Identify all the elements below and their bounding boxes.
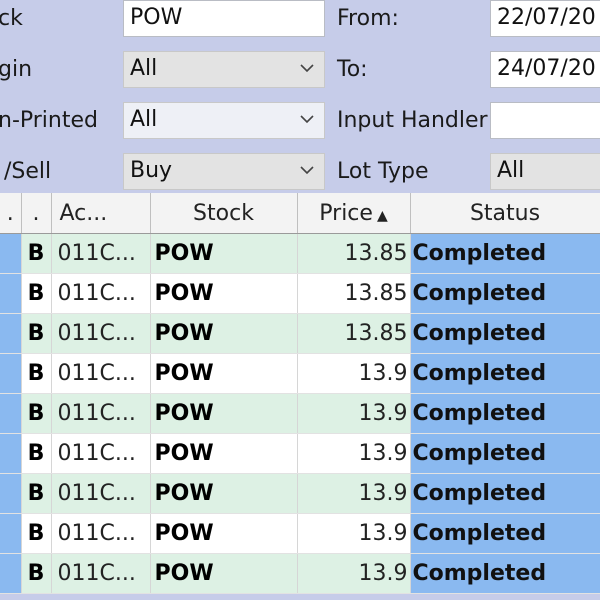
orders-table: . . Ac... Stock Price ▲ Status B 011C... PO… [0, 193, 600, 594]
account-cell[interactable]: 011C... [51, 273, 151, 314]
buysell-label: /Sell [4, 159, 52, 184]
price-cell[interactable]: 13.9 [297, 353, 411, 394]
row-selector-cell[interactable] [0, 433, 22, 474]
row-selector-cell[interactable] [0, 353, 22, 394]
lot-type-label: Lot Type [337, 159, 429, 184]
stock-cell[interactable]: POW [150, 313, 298, 354]
from-label: From: [337, 6, 399, 31]
status-cell[interactable]: Completed [410, 473, 600, 514]
table-row[interactable]: B 011C... POW 13.85 Completed [0, 313, 600, 354]
table-row[interactable]: B 011C... POW 13.9 Completed [0, 433, 600, 474]
status-cell[interactable]: Completed [410, 233, 600, 274]
chevron-down-icon [300, 115, 314, 124]
to-date-input[interactable]: 24/07/20 [490, 51, 600, 88]
side-cell[interactable]: B [21, 473, 52, 514]
row-selector-cell[interactable] [0, 513, 22, 554]
price-cell[interactable]: 13.9 [297, 473, 411, 514]
stock-cell[interactable]: POW [150, 353, 298, 394]
column-header[interactable]: . [0, 193, 22, 234]
table-header-row: . . Ac... Stock Price ▲ Status [0, 193, 600, 234]
printed-label: n-Printed [0, 108, 98, 133]
stock-cell[interactable]: POW [150, 433, 298, 474]
price-cell[interactable]: 13.85 [297, 233, 411, 274]
row-selector-cell[interactable] [0, 313, 22, 354]
row-selector-cell[interactable] [0, 233, 22, 274]
printed-dropdown[interactable]: All [123, 102, 325, 139]
account-cell[interactable]: 011C... [51, 473, 151, 514]
stock-cell[interactable]: POW [150, 233, 298, 274]
price-cell[interactable]: 13.9 [297, 433, 411, 474]
row-selector-cell[interactable] [0, 553, 22, 594]
stock-cell[interactable]: POW [150, 513, 298, 554]
buysell-dropdown[interactable]: Buy [123, 153, 325, 190]
chevron-down-icon [300, 64, 314, 73]
status-cell[interactable]: Completed [410, 553, 600, 594]
status-cell[interactable]: Completed [410, 313, 600, 354]
status-cell[interactable]: Completed [410, 433, 600, 474]
status-cell[interactable]: Completed [410, 273, 600, 314]
sort-ascending-icon: ▲ [376, 207, 388, 224]
column-header-price-label: Price [319, 200, 373, 226]
column-header[interactable]: . [21, 193, 52, 234]
account-cell[interactable]: 011C... [51, 553, 151, 594]
account-cell[interactable]: 011C... [51, 313, 151, 354]
input-handler-input[interactable] [490, 102, 600, 139]
table-row[interactable]: B 011C... POW 13.9 Completed [0, 513, 600, 554]
to-label: To: [337, 57, 368, 82]
account-cell[interactable]: 011C... [51, 233, 151, 274]
table-row[interactable]: B 011C... POW 13.9 Completed [0, 553, 600, 594]
orders-grid: . . Ac... Stock Price ▲ Status B 011C... PO… [0, 193, 600, 600]
account-cell[interactable]: 011C... [51, 353, 151, 394]
stock-cell[interactable]: POW [150, 273, 298, 314]
stock-cell[interactable]: POW [150, 393, 298, 434]
column-header-price[interactable]: Price ▲ [297, 193, 411, 234]
table-row[interactable]: B 011C... POW 13.85 Completed [0, 233, 600, 274]
origin-label: gin [0, 57, 33, 82]
side-cell[interactable]: B [21, 553, 52, 594]
row-selector-cell[interactable] [0, 393, 22, 434]
row-selector-cell[interactable] [0, 273, 22, 314]
price-cell[interactable]: 13.9 [297, 513, 411, 554]
side-cell[interactable]: B [21, 273, 52, 314]
table-row[interactable]: B 011C... POW 13.85 Completed [0, 273, 600, 314]
status-cell[interactable]: Completed [410, 353, 600, 394]
stock-label: ck [0, 6, 23, 31]
column-header-stock[interactable]: Stock [150, 193, 298, 234]
printed-value: All [130, 107, 158, 132]
lot-type-dropdown[interactable]: All [490, 153, 600, 190]
side-cell[interactable]: B [21, 313, 52, 354]
stock-cell[interactable]: POW [150, 473, 298, 514]
chevron-down-icon [300, 166, 314, 175]
status-cell[interactable]: Completed [410, 513, 600, 554]
side-cell[interactable]: B [21, 433, 52, 474]
origin-dropdown[interactable]: All [123, 51, 325, 88]
stock-cell[interactable]: POW [150, 553, 298, 594]
price-cell[interactable]: 13.9 [297, 553, 411, 594]
account-cell[interactable]: 011C... [51, 393, 151, 434]
table-row[interactable]: B 011C... POW 13.9 Completed [0, 473, 600, 514]
input-handler-label: Input Handler [337, 108, 488, 133]
price-cell[interactable]: 13.85 [297, 313, 411, 354]
side-cell[interactable]: B [21, 233, 52, 274]
lot-type-value: All [497, 158, 525, 183]
status-cell[interactable]: Completed [410, 393, 600, 434]
row-selector-cell[interactable] [0, 473, 22, 514]
table-row[interactable]: B 011C... POW 13.9 Completed [0, 353, 600, 394]
price-cell[interactable]: 13.85 [297, 273, 411, 314]
side-cell[interactable]: B [21, 393, 52, 434]
side-cell[interactable]: B [21, 353, 52, 394]
column-header-status[interactable]: Status [410, 193, 600, 234]
column-header-account[interactable]: Ac... [51, 193, 151, 234]
account-cell[interactable]: 011C... [51, 513, 151, 554]
buysell-value: Buy [130, 158, 173, 183]
stock-input[interactable]: POW [123, 0, 325, 37]
from-date-input[interactable]: 22/07/20 [490, 0, 600, 37]
price-cell[interactable]: 13.9 [297, 393, 411, 434]
table-row[interactable]: B 011C... POW 13.9 Completed [0, 393, 600, 434]
origin-value: All [130, 56, 158, 81]
account-cell[interactable]: 011C... [51, 433, 151, 474]
side-cell[interactable]: B [21, 513, 52, 554]
